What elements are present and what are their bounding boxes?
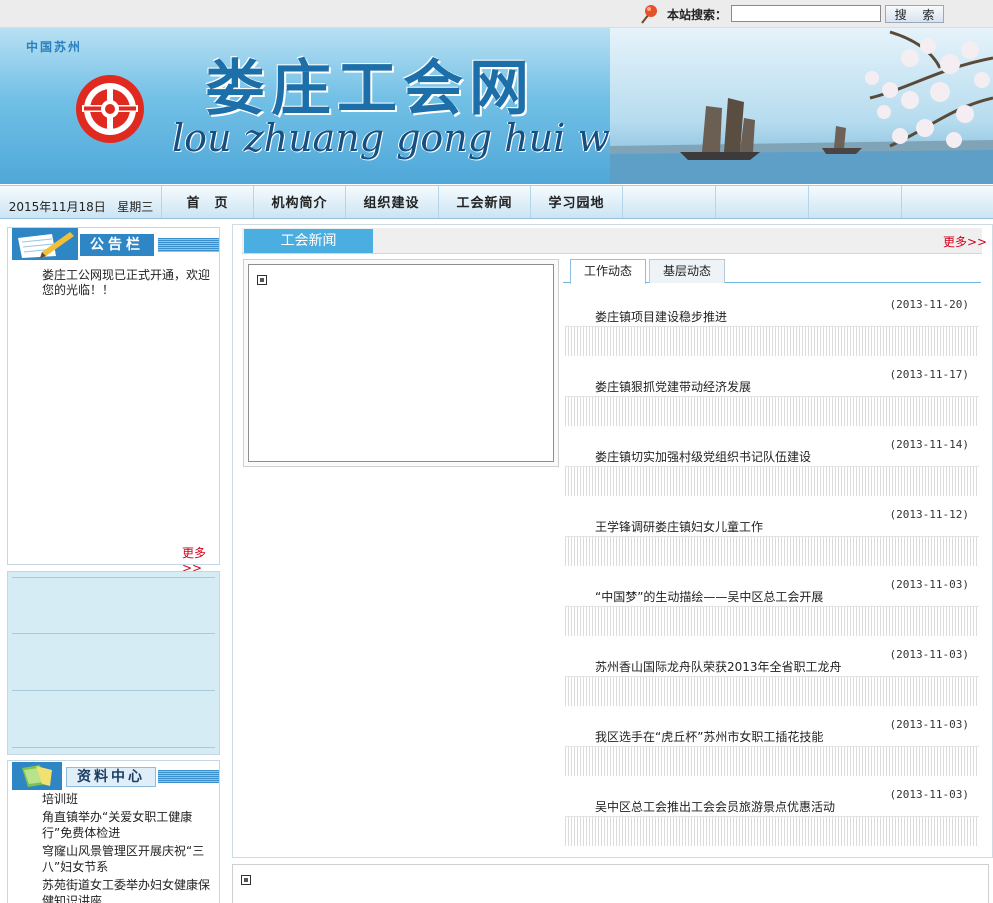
lake-scenery-image xyxy=(610,28,993,184)
news-date: (2013-11-03) xyxy=(889,718,969,731)
news-item: (2013-11-03) 我区选手在“虎丘杯”苏州市女职工插花技能 xyxy=(563,716,979,786)
nav-separator xyxy=(622,186,623,218)
news-item: (2013-11-12) 王学锋调研娄庄镇妇女儿童工作 xyxy=(563,506,979,576)
news-tabs: 工作动态 基层动态 xyxy=(563,258,981,284)
notice-text: 娄庄工公网现已正式开通，欢迎您的光临！！ xyxy=(42,268,211,297)
notice-header: 公告栏 xyxy=(8,228,219,260)
tab-grassroots-updates[interactable]: 基层动态 xyxy=(649,259,725,283)
resource-item[interactable]: 苏苑街道女工委举办妇女健康保健知识讲座 xyxy=(42,877,218,903)
nav-item-organization[interactable]: 组织建设 xyxy=(345,186,437,218)
news-divider xyxy=(565,816,979,846)
resource-item[interactable]: 培训班 xyxy=(42,791,218,807)
news-more-link[interactable]: 更多>> xyxy=(943,233,987,250)
news-title-link[interactable]: 王学锋调研娄庄镇妇女儿童工作 xyxy=(595,518,763,535)
news-divider xyxy=(565,536,979,566)
news-item: (2013-11-03) “中国梦”的生动描绘——吴中区总工会开展 xyxy=(563,576,979,646)
map-pin-icon xyxy=(641,5,657,24)
news-item: (2013-11-03) 吴中区总工会推出工会会员旅游景点优惠活动 xyxy=(563,786,979,856)
news-item: (2013-11-14) 娄庄镇切实加强村级党组织书记队伍建设 xyxy=(563,436,979,506)
news-date: (2013-11-14) xyxy=(889,438,969,451)
weekday-text: 星期三 xyxy=(117,200,154,214)
resource-title: 资料中心 xyxy=(66,767,156,787)
divider xyxy=(12,690,215,691)
divider xyxy=(12,633,215,634)
news-title-link[interactable]: 娄庄镇切实加强村级党组织书记队伍建设 xyxy=(595,448,811,465)
bottom-panel xyxy=(232,864,989,903)
news-item: (2013-11-20) 娄庄镇项目建设稳步推进 xyxy=(563,296,979,366)
news-divider xyxy=(565,676,979,706)
news-title-link[interactable]: 吴中区总工会推出工会会员旅游景点优惠活动 xyxy=(595,798,835,815)
current-date: 2015年11月18日 星期三 xyxy=(0,186,162,218)
news-divider xyxy=(565,396,979,426)
news-section-title: 工会新闻 xyxy=(244,229,373,253)
resource-item[interactable]: 穹窿山风景管理区开展庆祝“三八”妇女节系 xyxy=(42,843,218,875)
search-label: 本站搜索： xyxy=(667,8,728,22)
nav-item-union-news[interactable]: 工会新闻 xyxy=(438,186,530,218)
site-banner: 中国苏州 娄庄工会网 lou zhuang gong hui wang xyxy=(0,28,993,184)
news-date: (2013-11-20) xyxy=(889,298,969,311)
nav-item-about[interactable]: 机构简介 xyxy=(253,186,345,218)
nav-separator xyxy=(901,186,902,218)
news-title-link[interactable]: 苏州香山国际龙舟队荣获2013年全省职工龙舟 xyxy=(595,658,842,675)
news-image-frame xyxy=(243,259,559,467)
search-button[interactable]: 搜 索 xyxy=(885,5,944,23)
news-divider xyxy=(565,746,979,776)
notice-board: 公告栏 娄庄工公网现已正式开通，欢迎您的光临！！ 更多>> xyxy=(7,227,220,575)
news-divider xyxy=(565,466,979,496)
news-item: (2013-11-03) 苏州香山国际龙舟队荣获2013年全省职工龙舟 xyxy=(563,646,979,716)
link-panel xyxy=(7,571,220,755)
news-divider xyxy=(565,326,979,356)
news-date: (2013-11-12) xyxy=(889,508,969,521)
news-title-link[interactable]: 娄庄镇狠抓党建带动经济发展 xyxy=(595,378,751,395)
tab-work-updates[interactable]: 工作动态 xyxy=(570,259,646,284)
nav-separator xyxy=(715,186,716,218)
news-header: 工会新闻 xyxy=(242,228,982,254)
news-title-link[interactable]: 我区选手在“虎丘杯”苏州市女职工插花技能 xyxy=(595,728,823,745)
divider xyxy=(12,747,215,748)
search-input[interactable] xyxy=(731,5,881,22)
news-list: (2013-11-20) 娄庄镇项目建设稳步推进 (2013-11-17) 娄庄… xyxy=(563,296,979,856)
news-image[interactable] xyxy=(248,264,554,462)
top-search-bar: 本站搜索： 搜 索 xyxy=(0,0,993,28)
nav-item-study[interactable]: 学习园地 xyxy=(530,186,622,218)
notice-title: 公告栏 xyxy=(80,234,154,256)
news-title-link[interactable]: “中国梦”的生动描绘——吴中区总工会开展 xyxy=(595,588,823,605)
header-stripe xyxy=(158,770,219,783)
nav-separator xyxy=(808,186,809,218)
news-date: (2013-11-17) xyxy=(889,368,969,381)
broken-image-icon xyxy=(257,275,267,285)
divider xyxy=(12,577,215,578)
book-icon xyxy=(12,762,62,790)
news-date: (2013-11-03) xyxy=(889,578,969,591)
news-title-link[interactable]: 娄庄镇项目建设稳步推进 xyxy=(595,308,727,325)
broken-image-icon xyxy=(241,875,251,885)
banner-title: 娄庄工会网 xyxy=(205,54,535,124)
banner-pinyin: lou zhuang gong hui wang xyxy=(172,116,682,160)
main-nav: 2015年11月18日 星期三 首 页 机构简介 组织建设 工会新闻 学习园地 xyxy=(0,185,993,219)
pencil-notebook-icon xyxy=(12,228,78,260)
news-date: (2013-11-03) xyxy=(889,648,969,661)
header-stripe xyxy=(158,238,219,252)
news-date: (2013-11-03) xyxy=(889,788,969,801)
nav-item-home[interactable]: 首 页 xyxy=(161,186,253,218)
news-divider xyxy=(565,606,979,636)
trade-union-logo-icon xyxy=(76,75,144,143)
date-text: 2015年11月18日 xyxy=(8,200,106,214)
news-item: (2013-11-17) 娄庄镇狠抓党建带动经济发展 xyxy=(563,366,979,436)
banner-region: 中国苏州 xyxy=(26,40,83,54)
resource-list: 培训班 角直镇举办“关爱女职工健康行”免费体检进 穹窿山风景管理区开展庆祝“三八… xyxy=(42,791,218,903)
resource-item[interactable]: 角直镇举办“关爱女职工健康行”免费体检进 xyxy=(42,809,218,841)
resource-center: 资料中心 培训班 角直镇举办“关爱女职工健康行”免费体检进 穹窿山风景管理区开展… xyxy=(7,760,220,903)
